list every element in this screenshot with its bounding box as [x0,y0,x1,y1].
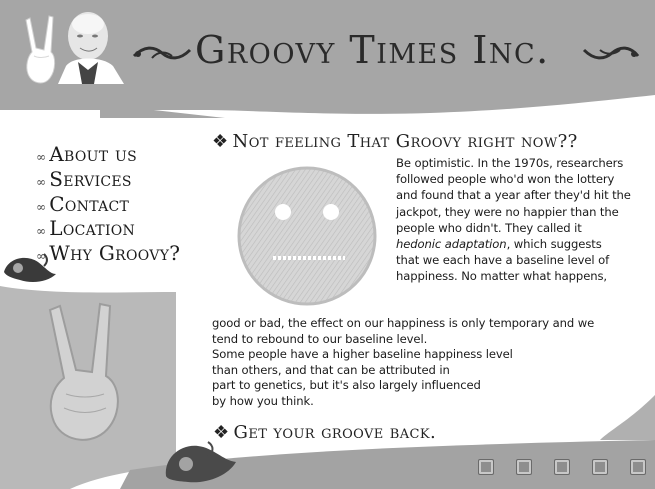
main-heading-text: Not feeling That Groovy right now?? [232,131,578,152]
nav-item-location[interactable]: ∞ Location [36,216,180,243]
myspace-icon[interactable] [554,459,570,475]
rss-icon[interactable] [478,459,494,475]
peace-hand-icon [25,15,56,84]
paragraph-line: Be optimistic. In the 1970s, researchers [396,156,624,170]
nav-item-about-us[interactable]: ∞ About us [36,142,180,169]
nav-item-label: Location [49,216,136,241]
paragraph-line: part to genetics, but it's also largely … [212,378,481,393]
nav-ornament-icon: ∞ [36,199,47,214]
main-heading: ❖ Not feeling That Groovy right now?? [212,131,578,152]
title-flourish-right-icon [582,46,640,60]
portrait-image [58,12,124,84]
peace-hand-large-icon [48,302,119,441]
paragraph-line: followed people who'd won the lottery [396,172,615,187]
twitter-icon[interactable] [630,459,646,475]
paisley-left-icon [4,253,56,282]
nav-item-label: Services [49,166,132,191]
facebook-icon[interactable] [516,459,532,475]
diamond-ornament-icon: ❖ [213,422,230,443]
paragraph-line: hedonic adaptation, which suggests [396,237,602,251]
neutral-face-icon [237,166,377,306]
paragraph-line: jackpot, they were no happier than the [396,204,619,219]
title-flourish-left-icon [132,46,192,60]
diamond-ornament-icon: ❖ [212,131,229,152]
delicious-icon[interactable] [592,459,608,475]
paragraph-line: tend to rebound to our baseline level. [212,331,428,346]
nav-item-label: About us [49,142,138,166]
cta-link[interactable]: ❖ Get your groove back. [213,422,436,443]
page: Groovy Times Inc. ∞ About us ∞ Services ∞ C… [0,0,655,489]
nav-item-services[interactable]: ∞ Services [36,166,180,194]
nav-ornament-icon: ∞ [36,224,47,239]
nav-item-label: Contact [49,191,130,216]
paisley-bottom-icon [165,441,236,483]
paragraph-line: people who didn't. They called it [396,220,582,235]
cta-text: Get your groove back. [233,422,437,443]
paragraph-line: by how you think. [212,394,314,408]
social-icons [478,459,655,475]
paragraph-line: good or bad, the effect on our happiness… [212,316,595,330]
paragraph-line: happiness. No matter what happens, [396,269,607,284]
nav-ornament-icon: ∞ [36,174,47,189]
right-curve [600,395,655,440]
nav-item-label: Why Groovy? [49,241,181,266]
paragraph-line: Some people have a higher baseline happi… [212,347,513,362]
nav-ornament-icon: ∞ [36,150,47,164]
paragraph-line: that we each have a baseline level of [396,253,610,268]
paragraph-line: and found that a year after they'd hit t… [396,188,631,203]
main-nav: ∞ About us ∞ Services ∞ Contact ∞ Location ∞… [36,142,181,268]
site-title[interactable]: Groovy Times Inc. [195,28,550,72]
paragraph-line: than others, and that can be attributed … [212,362,450,377]
nav-item-contact[interactable]: ∞ Contact [36,191,180,219]
